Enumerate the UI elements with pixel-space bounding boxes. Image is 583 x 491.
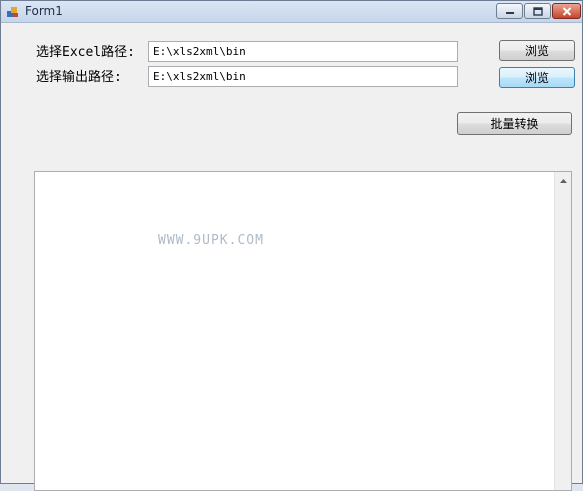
excel-path-input[interactable]: E:\xls2xml\bin — [148, 41, 458, 62]
watermark-text: WWW.9UPK.COM — [158, 233, 264, 248]
output-browse-button[interactable]: 浏览 — [499, 67, 575, 88]
minimize-icon — [505, 12, 514, 14]
close-button[interactable] — [552, 3, 581, 19]
log-textarea[interactable]: WWW.9UPK.COM — [34, 171, 572, 491]
excel-browse-button[interactable]: 浏览 — [499, 40, 575, 61]
output-path-label: 选择输出路径: — [36, 70, 122, 85]
scroll-up-arrow-icon — [559, 178, 567, 183]
window-title: Form1 — [25, 4, 63, 18]
minimize-button[interactable] — [496, 3, 523, 19]
maximize-button[interactable] — [524, 3, 551, 19]
close-icon — [562, 6, 571, 16]
excel-path-label: 选择Excel路径: — [36, 45, 135, 60]
vertical-scrollbar[interactable] — [554, 172, 571, 490]
app-icon — [7, 7, 18, 17]
output-path-input[interactable]: E:\xls2xml\bin — [148, 66, 458, 87]
title-bar[interactable]: Form1 — [1, 1, 582, 23]
batch-convert-button[interactable]: 批量转换 — [457, 112, 572, 135]
maximize-icon — [532, 6, 543, 16]
scroll-up-button[interactable] — [555, 172, 571, 189]
main-window: Form1 选择Excel路径: E:\xls2xml\bin 浏览 选择输出路… — [0, 0, 583, 491]
